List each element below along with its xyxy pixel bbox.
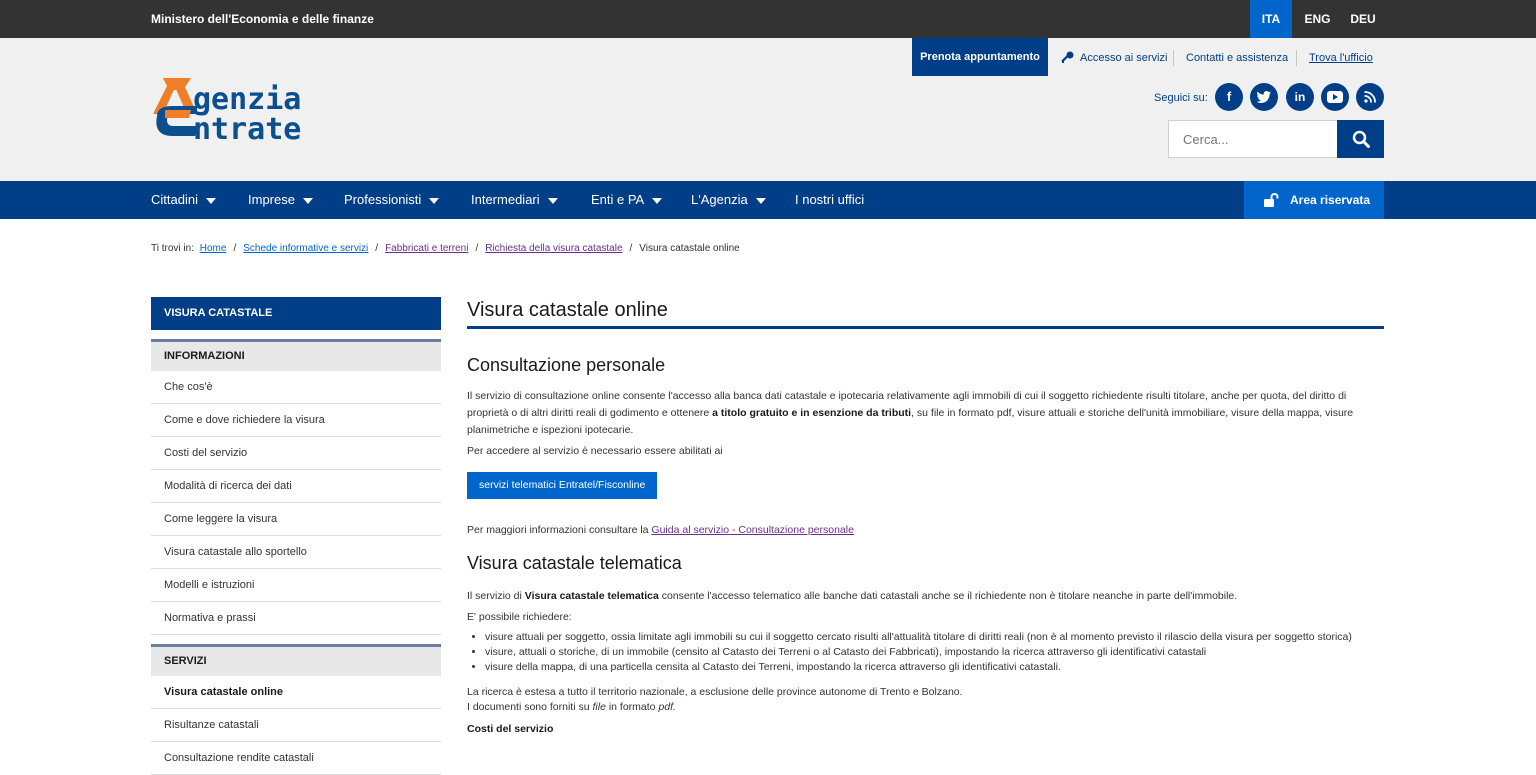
utility-divider [1173,50,1174,66]
twitter-icon[interactable] [1250,83,1278,111]
lang-deu[interactable]: DEU [1343,0,1383,38]
youtube-icon[interactable] [1321,83,1349,111]
unlock-icon [1264,193,1279,207]
section-heading-telematica: Visura catastale telematica [467,553,682,573]
visure-list: visure attuali per soggetto, ossia limit… [467,630,1384,675]
area-riservata-label: Area riservata [1290,193,1371,207]
sidebar-item-risultanze[interactable]: Risultanze catastali [151,709,441,742]
breadcrumb-prefix: Ti trovi in: [151,243,194,254]
nav-enti-pa[interactable]: Enti e PA [591,181,663,219]
paragraph-guida: Per maggiori informazioni consultare la … [467,522,1384,539]
top-bar: Ministero dell'Economia e delle finanze … [0,0,1536,38]
sidebar-item-come-richiedere[interactable]: Come e dove richiedere la visura [151,404,441,437]
list-item: visure attuali per soggetto, ossia limit… [485,630,1384,645]
caret-down-icon [302,197,313,204]
nav-label: L'Agenzia [691,192,748,207]
sidebar-item-rendite[interactable]: Consultazione rendite catastali [151,742,441,775]
breadcrumb-home-link[interactable]: Home [200,243,227,254]
paragraph-ricerca: La ricerca è estesa a tutto il territori… [467,686,963,698]
servizi-telematici-button[interactable]: servizi telematici Entratel/Fisconline [467,472,658,499]
breadcrumb-current: Visura catastale online [639,243,740,254]
accesso-servizi-label: Accesso ai servizi [1080,52,1168,64]
sidebar-item-che-cose[interactable]: Che cos'è [151,371,441,404]
nav-intermediari[interactable]: Intermediari [471,181,558,219]
sidebar-item-normativa[interactable]: Normativa e prassi [151,602,441,635]
sidebar-item-modalita-ricerca[interactable]: Modalità di ricerca dei dati [151,470,441,503]
guida-servizio-link[interactable]: Guida al servizio - Consultazione person… [651,524,854,536]
paragraph-documenti: I documenti sono forniti su file in form… [467,700,1384,715]
linkedin-icon[interactable]: in [1286,83,1314,111]
list-item: visure, attuali o storiche, di un immobi… [485,645,1384,660]
p7-text-a: I documenti sono forniti su [467,701,593,713]
nav-label: Intermediari [471,192,540,207]
nav-label: Professionisti [344,192,422,207]
breadcrumb-richiesta-link[interactable]: Richiesta della visura catastale [485,243,622,254]
nav-imprese[interactable]: Imprese [248,181,313,219]
sidebar-item-sportello[interactable]: Visura catastale allo sportello [151,536,441,569]
costi-heading: Costi del servizio [467,723,554,735]
nav-cittadini[interactable]: Cittadini [151,181,216,219]
sidebar-section-informazioni: INFORMAZIONI [151,339,441,371]
lang-eng[interactable]: ENG [1295,0,1340,38]
contatti-assistenza-link[interactable]: Contatti e assistenza [1186,38,1288,76]
nav-agenzia[interactable]: L'Agenzia [691,181,766,219]
breadcrumb-fabbricati-link[interactable]: Fabbricati e terreni [385,243,468,254]
trova-ufficio-link[interactable]: Trova l'ufficio [1309,38,1373,76]
paragraph-accesso: Per accedere al servizio è necessario es… [467,445,723,457]
nav-label: Imprese [248,192,295,207]
search-icon [1352,130,1370,148]
accesso-servizi-link[interactable]: Accesso ai servizi [1060,38,1167,76]
sidebar-item-modelli[interactable]: Modelli e istruzioni [151,569,441,602]
caret-down-icon [205,197,216,204]
nav-nostri-uffici[interactable]: I nostri uffici [795,181,864,219]
p1-bold: a titolo gratuito e in esenzione da trib… [712,407,912,419]
sidebar-title: VISURA CATASTALE [151,297,441,330]
area-riservata-button[interactable]: Area riservata [1244,181,1384,219]
breadcrumb: Ti trovi in: Home / Schede informative e s… [151,243,740,254]
main-navbar: Cittadini Imprese Professionisti Interme… [0,181,1536,219]
list-item: visure della mappa, di una particella ce… [485,660,1384,675]
p4-bold: Visura catastale telematica [524,590,659,602]
sidebar-section-servizi: SERVIZI [151,644,441,676]
nav-label: Cittadini [151,192,198,207]
logo-word-entrate: ntrate [193,112,302,147]
ministry-link[interactable]: Ministero dell'Economia e delle finanze [151,12,374,26]
lang-ita[interactable]: ITA [1250,0,1292,38]
caret-down-icon [755,197,766,204]
nav-label: I nostri uffici [795,192,865,207]
agenzia-entrate-logo[interactable]: genzia ntrate [151,72,361,147]
caret-down-icon [652,197,663,204]
caret-down-icon [547,197,558,204]
page-title: Visura catastale online [467,296,1384,329]
paragraph-possibile: E' possibile richiedere: [467,611,572,623]
key-icon [1061,51,1074,64]
caret-down-icon [429,197,440,204]
p4-text-b: consente l'accesso telematico alle banch… [658,590,1238,602]
paragraph-telematica: Il servizio di Visura catastale telemati… [467,588,1384,605]
p3-prefix: Per maggiori informazioni consultare la [467,524,652,536]
breadcrumb-schede-link[interactable]: Schede informative e servizi [243,243,368,254]
main-content: Visura catastale online Consultazione pe… [467,296,1384,738]
nav-label: Enti e PA [591,192,645,207]
seguici-label: Seguici su: [1154,92,1208,104]
search-button[interactable] [1337,120,1384,158]
section-heading-personale: Consultazione personale [467,355,666,375]
p4-text-a: Il servizio di [467,590,525,602]
search-input[interactable] [1168,120,1338,158]
sidebar-item-come-leggere[interactable]: Come leggere la visura [151,503,441,536]
prenota-appuntamento-button[interactable]: Prenota appuntamento [912,38,1048,76]
sidebar-item-visura-online[interactable]: Visura catastale online [151,676,441,709]
p7-italic-pdf: pdf. [658,701,676,713]
p7-italic-file: file [592,701,606,713]
sidebar-item-costi[interactable]: Costi del servizio [151,437,441,470]
nav-professionisti[interactable]: Professionisti [344,181,440,219]
rss-icon[interactable] [1356,83,1384,111]
paragraph-consultazione: Il servizio di consultazione online cons… [467,388,1384,439]
utility-divider [1296,50,1297,66]
p7-text-b: in formato [605,701,659,713]
facebook-icon[interactable]: f [1215,83,1243,111]
sidebar: VISURA CATASTALE INFORMAZIONI Che cos'è … [151,297,441,775]
